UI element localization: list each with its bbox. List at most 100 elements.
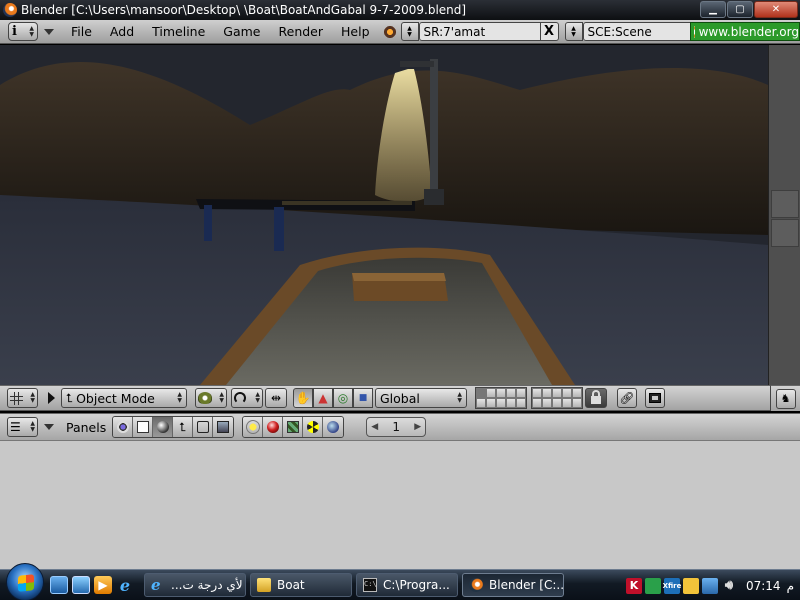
collapse-triangle-icon[interactable]: [44, 28, 54, 35]
switch-windows-icon[interactable]: [72, 576, 90, 594]
screen-name-field[interactable]: SR:7'amat X: [418, 22, 559, 41]
view-type-selector[interactable]: ▲ ▼: [7, 388, 38, 408]
pivot-selector[interactable]: ▲ ▼: [231, 388, 263, 408]
taskbar-item-browser[interactable]: e لأي درجة ت...: [144, 573, 246, 597]
snap-button[interactable]: ⇹: [265, 388, 287, 408]
xfire-icon[interactable]: Xfire: [663, 577, 681, 594]
object-context-button[interactable]: ⮤: [173, 417, 194, 437]
layer-button[interactable]: [476, 398, 486, 408]
texture-button[interactable]: [283, 417, 304, 437]
world-button[interactable]: [323, 417, 344, 437]
manipulator-toggle-button[interactable]: ✋: [293, 388, 313, 408]
volume-icon[interactable]: 🔊︎: [721, 578, 737, 594]
expand-menus-triangle-icon[interactable]: [48, 392, 55, 404]
boat-seat-top: [352, 273, 446, 281]
layer-button[interactable]: [572, 398, 582, 408]
taskbar-item-folder[interactable]: Boat: [250, 573, 352, 597]
decrement-arrow-icon[interactable]: ◀: [371, 422, 378, 432]
media-player-icon[interactable]: ▶: [94, 576, 112, 594]
current-frame-field[interactable]: ◀ 1 ▶: [366, 417, 427, 437]
layer-buttons-2[interactable]: [531, 387, 583, 409]
menu-add[interactable]: Add: [101, 24, 143, 39]
scale-manipulator-button[interactable]: ■: [353, 388, 373, 408]
orientation-selector[interactable]: Global ▲ ▼: [375, 388, 467, 408]
close-button[interactable]: ✕: [754, 1, 798, 18]
blender-url-link[interactable]: www.blender.org: [690, 22, 800, 41]
layer-button[interactable]: [516, 398, 526, 408]
taskbar-item-cmd[interactable]: C:\ C:\Progra...: [356, 573, 458, 597]
layer-button[interactable]: [572, 388, 582, 398]
buttons-window-body[interactable]: [0, 441, 800, 569]
blender-man-button[interactable]: ♞: [775, 388, 796, 409]
window-title-bar[interactable]: Blender [C:\Users\mansoor\Desktop\ \Boat…: [0, 0, 800, 20]
taskbar-item-blender[interactable]: Blender [C:...: [462, 573, 564, 597]
blender-logo-icon: [694, 25, 695, 38]
screen-browse-button[interactable]: ▲ ▼: [400, 22, 419, 41]
collapse-triangle-icon[interactable]: [44, 424, 54, 430]
internet-explorer-icon[interactable]: e: [116, 576, 134, 595]
url-text: www.blender.org: [698, 24, 799, 39]
increment-arrow-icon[interactable]: ▶: [414, 422, 421, 432]
lamp-button[interactable]: [243, 417, 264, 437]
layer-button[interactable]: [486, 398, 496, 408]
message-icon[interactable]: [682, 577, 699, 594]
lock-icon: [591, 390, 601, 404]
menu-game[interactable]: Game: [214, 24, 269, 39]
messenger-icon[interactable]: [644, 577, 661, 594]
radiosity-button[interactable]: [303, 417, 324, 437]
hand-icon: ✋: [295, 391, 311, 405]
editing-context-button[interactable]: [193, 417, 214, 437]
window-type-selector[interactable]: i ▲ ▼: [8, 22, 38, 41]
material-button[interactable]: [263, 417, 284, 437]
maximize-button[interactable]: ▢: [727, 1, 753, 18]
layer-button[interactable]: [532, 388, 542, 398]
layer-button[interactable]: [532, 398, 542, 408]
buttons-window-type-selector[interactable]: ☰ ▲ ▼: [7, 417, 38, 437]
mode-selector[interactable]: ⮤ Object Mode ▲ ▼: [61, 388, 187, 408]
rotate-manipulator-button[interactable]: ◎: [333, 388, 353, 408]
render-view-button[interactable]: [645, 388, 665, 408]
layer-button[interactable]: [516, 388, 526, 398]
editing-icon: [196, 421, 209, 433]
layer-button[interactable]: [542, 398, 552, 408]
start-button[interactable]: [6, 563, 44, 600]
layer-button[interactable]: [552, 398, 562, 408]
layer-button[interactable]: [562, 388, 572, 398]
layer-button[interactable]: [496, 398, 506, 408]
layer-button[interactable]: [552, 388, 562, 398]
menu-file[interactable]: File: [62, 24, 101, 39]
network-icon[interactable]: [701, 577, 718, 594]
layer-button[interactable]: [486, 388, 496, 398]
scroll-handle[interactable]: [771, 219, 799, 247]
show-desktop-icon[interactable]: [50, 576, 68, 594]
layer-button[interactable]: [496, 388, 506, 398]
script-context-button[interactable]: [133, 417, 154, 437]
layer-button[interactable]: [506, 388, 516, 398]
screen-delete-button[interactable]: X: [539, 23, 558, 40]
layer-buttons-1[interactable]: [475, 387, 527, 409]
layer-button[interactable]: [562, 398, 572, 408]
translate-manipulator-button[interactable]: ▲: [313, 388, 333, 408]
clock-time[interactable]: 07:14: [746, 579, 781, 593]
layer-button[interactable]: [506, 398, 516, 408]
script-icon: [136, 421, 149, 433]
scene-context-button[interactable]: [213, 417, 234, 437]
3d-viewport[interactable]: [0, 45, 768, 385]
menu-render[interactable]: Render: [270, 24, 333, 39]
draw-type-selector[interactable]: ▲ ▼: [195, 388, 227, 408]
scroll-handle[interactable]: [771, 190, 799, 218]
panels-menu[interactable]: Panels: [66, 420, 106, 435]
menu-help[interactable]: Help: [332, 24, 379, 39]
lock-layers-button[interactable]: [585, 388, 607, 408]
menu-timeline[interactable]: Timeline: [143, 24, 214, 39]
minimize-button[interactable]: ▁: [700, 1, 726, 18]
kaspersky-icon[interactable]: K: [625, 577, 642, 594]
logic-context-button[interactable]: [113, 417, 134, 437]
viewport-scroll-strip[interactable]: [768, 45, 800, 385]
shading-context-button[interactable]: [153, 417, 174, 437]
link-scene-button[interactable]: 🔗︎: [617, 388, 637, 408]
scene-browse-button[interactable]: ▲ ▼: [564, 22, 583, 41]
blender-app-icon[interactable]: [3, 3, 17, 17]
layer-button[interactable]: [542, 388, 552, 398]
layer-button[interactable]: [476, 388, 486, 398]
